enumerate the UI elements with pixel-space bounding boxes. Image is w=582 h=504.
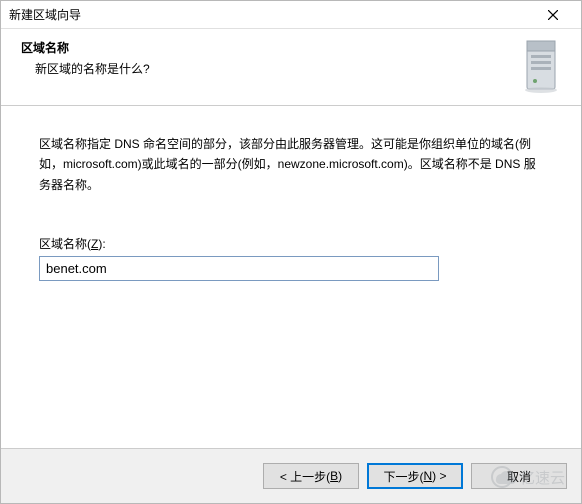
close-icon: [548, 10, 558, 20]
close-button[interactable]: [533, 1, 573, 28]
next-button-key: N: [423, 469, 432, 483]
window-title: 新建区域向导: [9, 6, 533, 23]
wizard-content: 区域名称指定 DNS 命名空间的部分，该部分由此服务器管理。这可能是你组织单位的…: [1, 106, 581, 448]
zone-name-label-suffix: ):: [98, 237, 105, 251]
wizard-header: 区域名称 新区域的名称是什么?: [1, 29, 581, 106]
zone-name-label: 区域名称(Z):: [39, 235, 543, 252]
server-icon: [517, 39, 565, 91]
wizard-header-text: 区域名称 新区域的名称是什么?: [21, 39, 509, 77]
next-button[interactable]: 下一步(N) >: [367, 463, 463, 489]
next-button-suffix: ) >: [432, 469, 446, 483]
back-button[interactable]: < 上一步(B): [263, 463, 359, 489]
next-button-prefix: 下一步(: [383, 468, 423, 485]
back-button-key: B: [330, 469, 338, 483]
titlebar: 新建区域向导: [1, 1, 581, 29]
back-button-suffix: ): [338, 469, 342, 483]
zone-name-label-prefix: 区域名称(: [39, 237, 91, 251]
description-text: 区域名称指定 DNS 命名空间的部分，该部分由此服务器管理。这可能是你组织单位的…: [39, 134, 543, 195]
page-subtitle: 新区域的名称是什么?: [21, 60, 509, 77]
page-title: 区域名称: [21, 39, 509, 56]
back-button-prefix: < 上一步(: [280, 468, 330, 485]
cancel-button[interactable]: 取消: [471, 463, 567, 489]
wizard-window: 新建区域向导 区域名称 新区域的名称是什么? 区域名称指定 D: [0, 0, 582, 504]
wizard-footer: < 上一步(B) 下一步(N) > 取消: [1, 448, 581, 503]
zone-name-input[interactable]: [39, 256, 439, 281]
